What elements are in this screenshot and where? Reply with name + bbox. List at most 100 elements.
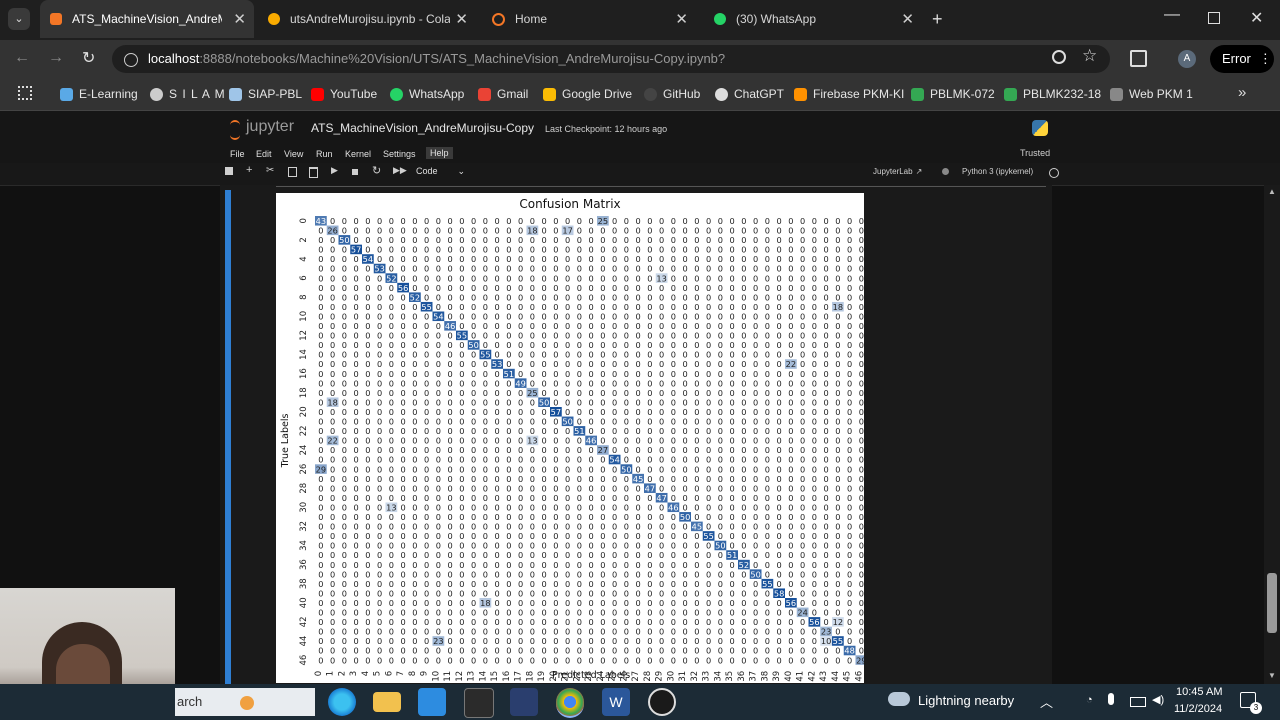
menu-edit[interactable]: Edit	[256, 149, 272, 159]
cell-value: 0	[671, 311, 676, 321]
save-icon[interactable]	[225, 167, 233, 175]
close-window-button[interactable]: ✕	[1250, 8, 1263, 28]
cell-value: 0	[624, 483, 629, 493]
network-icon[interactable]: ◔	[1086, 694, 1093, 706]
extensions-icon[interactable]	[1130, 50, 1147, 67]
cell-value: 0	[694, 579, 699, 589]
tab-ats-machinevision[interactable]: ATS_MachineVision_AndreMuro ✕	[40, 0, 254, 38]
apps-grid-icon[interactable]	[18, 86, 32, 100]
cell-type-select[interactable]: Code ⌄	[416, 166, 472, 177]
scroll-thumb[interactable]	[1267, 573, 1277, 633]
close-tab-icon[interactable]: ✕	[675, 10, 688, 28]
restart-icon[interactable]: ↻	[372, 164, 381, 177]
bookmark-youtube[interactable]: YouTube	[311, 78, 377, 110]
scroll-down-icon[interactable]: ▼	[1268, 671, 1276, 680]
tray-chevron-icon[interactable]: ︿	[1040, 692, 1053, 711]
bookmark-chatgpt[interactable]: ChatGPT	[715, 78, 784, 110]
menu-help[interactable]: Help	[426, 147, 453, 159]
scroll-up-icon[interactable]: ▲	[1268, 187, 1276, 196]
cell-value: 0	[706, 617, 711, 627]
cell-value: 0	[636, 627, 641, 637]
paste-icon[interactable]	[309, 167, 318, 178]
mic-icon[interactable]	[1108, 693, 1114, 705]
restore-button[interactable]	[1208, 12, 1220, 24]
weather-icon[interactable]	[888, 692, 910, 706]
tab-whatsapp[interactable]: (30) WhatsApp ✕	[704, 0, 922, 38]
kernel-name[interactable]: Python 3 (ipykernel)	[962, 167, 1033, 176]
page-scrollbar[interactable]: ▲ ▼	[1264, 185, 1280, 685]
bookmark-web-pkm[interactable]: Web PKM 1	[1110, 78, 1193, 110]
bookmark-github[interactable]: GitHub	[644, 78, 700, 110]
copy-icon[interactable]	[288, 167, 297, 177]
bookmark-siap-pbl[interactable]: SIAP-PBL	[229, 78, 302, 110]
more-bookmarks-icon[interactable]: »	[1238, 84, 1246, 101]
jupyterlab-link[interactable]: JupyterLab ↗	[873, 167, 922, 176]
weather-text[interactable]: Lightning nearby	[918, 693, 1014, 708]
tab-home[interactable]: Home ✕	[482, 0, 696, 38]
cell-value: 0	[718, 397, 723, 407]
powershell-icon[interactable]	[510, 688, 538, 716]
obs-icon[interactable]	[648, 688, 676, 716]
bookmark-elearning[interactable]: E-Learning	[60, 78, 138, 110]
error-button[interactable]: Error ⋮	[1210, 45, 1274, 73]
new-tab-button[interactable]: +	[932, 9, 943, 30]
insert-cell-icon[interactable]: +	[246, 164, 252, 176]
volume-icon[interactable]: ◀)	[1152, 693, 1164, 706]
word-icon[interactable]: W	[602, 688, 630, 716]
gear-icon[interactable]	[942, 168, 949, 175]
chrome-icon[interactable]	[556, 688, 584, 718]
bookmark-pblmk232-18[interactable]: PBLMK232-18	[1004, 78, 1101, 110]
bookmark-star-icon[interactable]: ☆	[1082, 46, 1097, 66]
trusted-indicator[interactable]: Trusted	[1020, 148, 1050, 158]
notebook-title[interactable]: ATS_MachineVision_AndreMurojisu-Copy	[311, 121, 534, 135]
cell-value: 0	[318, 302, 323, 312]
close-tab-icon[interactable]: ✕	[233, 10, 246, 28]
bookmark-pblmk-072[interactable]: PBLMK-072	[911, 78, 995, 110]
file-explorer-icon[interactable]	[373, 692, 401, 712]
tab-search-button[interactable]: ⌄	[8, 8, 30, 30]
menu-file[interactable]: File	[230, 149, 245, 159]
active-cell-indicator[interactable]	[225, 190, 231, 685]
clock-date[interactable]: 11/2/2024	[1174, 703, 1222, 715]
close-tab-icon[interactable]: ✕	[901, 10, 914, 28]
menu-run[interactable]: Run	[316, 149, 333, 159]
bookmark-gmail[interactable]: Gmail	[478, 78, 528, 110]
forward-icon[interactable]: →	[48, 49, 64, 67]
cell-value: 0	[659, 226, 664, 236]
menu-view[interactable]: View	[284, 149, 303, 159]
menu-settings[interactable]: Settings	[383, 149, 416, 159]
cell-value: 0	[683, 378, 688, 388]
cell-value: 0	[718, 569, 723, 579]
bookmark-google-drive[interactable]: Google Drive	[543, 78, 632, 110]
bookmark-firebase[interactable]: Firebase PKM-KI	[794, 78, 904, 110]
close-tab-icon[interactable]: ✕	[455, 10, 468, 28]
menu-kernel[interactable]: Kernel	[345, 149, 371, 159]
terminal-icon[interactable]	[464, 688, 494, 718]
stop-icon[interactable]	[352, 169, 358, 175]
battery-icon[interactable]	[1130, 697, 1146, 707]
avatar[interactable]: A	[1178, 50, 1196, 68]
cell-value: 0	[518, 397, 523, 407]
tab-colab[interactable]: utsAndreMurojisu.ipynb - Colal ✕	[258, 0, 476, 38]
clock-time[interactable]: 10:45 AM	[1176, 686, 1222, 698]
site-info-icon[interactable]	[124, 52, 138, 67]
cell-value: 0	[342, 474, 347, 484]
vscode-icon[interactable]	[418, 688, 446, 716]
reload-icon[interactable]: ↻	[82, 48, 95, 68]
back-icon[interactable]: ←	[14, 49, 30, 67]
edge-icon[interactable]	[328, 688, 356, 716]
bookmark-whatsapp[interactable]: WhatsApp	[390, 78, 464, 110]
zoom-search-icon[interactable]	[1052, 50, 1066, 64]
cell-value: 0	[847, 302, 852, 312]
bookmark-silam[interactable]: S I L A M	[150, 78, 226, 110]
run-icon[interactable]: ▶	[331, 165, 338, 176]
search-box[interactable]: arch	[175, 688, 315, 716]
cell-value: 0	[706, 502, 711, 512]
cell-value: 0	[471, 407, 476, 417]
minimize-button[interactable]: —	[1164, 6, 1180, 24]
cut-icon[interactable]: ✂	[266, 165, 274, 176]
run-all-icon[interactable]: ▶▶	[393, 165, 407, 176]
cell-value: 0	[471, 417, 476, 427]
address-bar[interactable]: localhost:8888/notebooks/Machine%20Visio…	[112, 45, 1110, 73]
cell-value: 0	[377, 321, 382, 331]
